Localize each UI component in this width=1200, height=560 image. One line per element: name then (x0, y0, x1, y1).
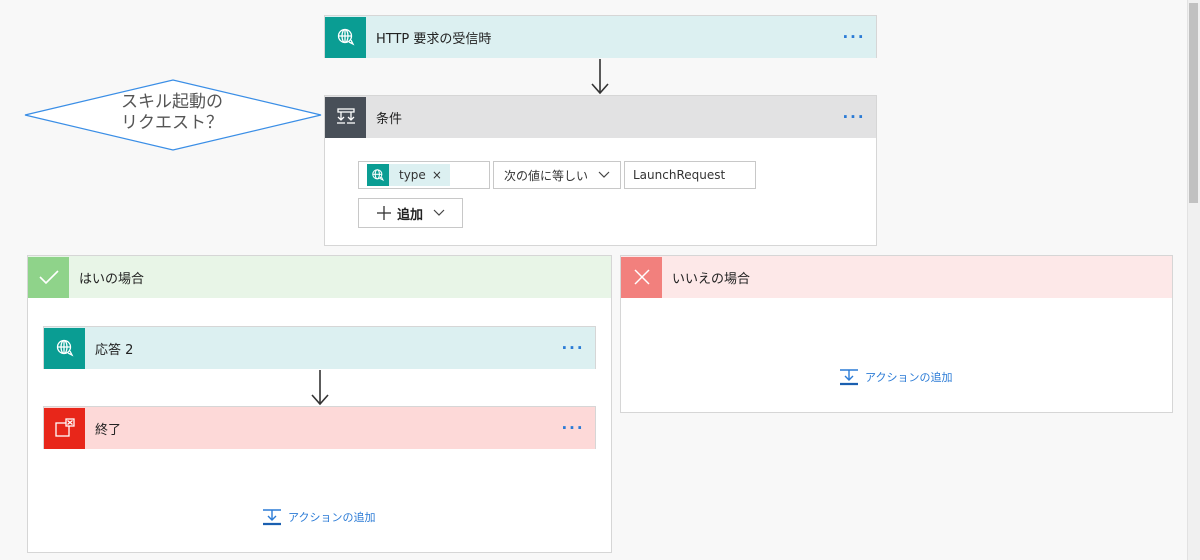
flow-arrow (311, 370, 329, 406)
trigger-title: HTTP 要求の受信時 (376, 31, 492, 47)
add-condition-label: 追加 (397, 207, 424, 223)
terminate-icon (44, 407, 85, 449)
yes-add-action-label: アクションの追加 (288, 511, 376, 524)
chevron-down-icon (433, 209, 445, 216)
add-action-icon (840, 369, 858, 386)
condition-value: LaunchRequest (633, 168, 726, 182)
vertical-scrollbar[interactable] (1187, 0, 1200, 560)
globe-icon (44, 327, 85, 369)
callout-line-2: リクエスト？ (121, 113, 223, 133)
condition-value-field[interactable]: LaunchRequest (624, 161, 756, 189)
add-condition-button[interactable]: 追加 (358, 198, 463, 228)
chevron-down-icon (598, 171, 610, 178)
no-add-action-link[interactable]: アクションの追加 (839, 368, 952, 386)
trigger-header[interactable]: HTTP 要求の受信時 ··· (325, 16, 876, 58)
flow-arrow (591, 59, 609, 95)
callout-line-1: スキル起動の (121, 92, 223, 112)
condition-left-operand[interactable]: type × (358, 161, 490, 189)
plus-icon (377, 206, 391, 220)
response-action-title: 応答 2 (95, 342, 134, 358)
condition-row: type × 次の値に等しい LaunchRequest (358, 161, 756, 189)
condition-header[interactable]: 条件 ··· (325, 96, 876, 138)
scrollbar-thumb[interactable] (1189, 3, 1198, 203)
response-action-card[interactable]: 応答 2 ··· (43, 326, 596, 369)
condition-icon (325, 96, 366, 138)
yes-branch-card: はいの場合 応答 2 ··· 終了 ··· アクションの追加 (27, 255, 612, 553)
response-more-button[interactable]: ··· (551, 339, 595, 357)
operator-value: 次の値に等しい (504, 168, 589, 183)
token-remove-button[interactable]: × (426, 168, 442, 182)
globe-icon (367, 164, 389, 186)
yes-branch-header[interactable]: はいの場合 (28, 256, 611, 298)
token-label: type (399, 168, 426, 182)
condition-card: 条件 ··· type × 次の値に等しい LaunchRequest 追加 (324, 95, 877, 246)
condition-more-button[interactable]: ··· (832, 108, 876, 126)
response-action-header[interactable]: 応答 2 ··· (44, 327, 595, 369)
no-add-action-label: アクションの追加 (865, 371, 953, 384)
dynamic-token[interactable]: type × (367, 164, 450, 186)
terminate-action-header[interactable]: 終了 ··· (44, 407, 595, 449)
terminate-more-button[interactable]: ··· (551, 419, 595, 437)
terminate-action-card[interactable]: 終了 ··· (43, 406, 596, 449)
trigger-more-button[interactable]: ··· (832, 28, 876, 46)
add-action-icon (263, 509, 281, 526)
trigger-card[interactable]: HTTP 要求の受信時 ··· (324, 15, 877, 58)
operator-dropdown[interactable]: 次の値に等しい (493, 161, 621, 189)
yes-add-action-link[interactable]: アクションの追加 (262, 508, 375, 526)
check-icon (28, 256, 69, 298)
condition-title: 条件 (376, 111, 403, 127)
no-branch-card: いいえの場合 アクションの追加 (620, 255, 1173, 413)
no-branch-title: いいえの場合 (672, 271, 751, 287)
no-branch-header[interactable]: いいえの場合 (621, 256, 1172, 298)
globe-icon (325, 16, 366, 58)
terminate-action-title: 終了 (95, 422, 122, 438)
callout-text: スキル起動の リクエスト？ (90, 92, 254, 134)
close-icon (621, 256, 662, 298)
yes-branch-title: はいの場合 (79, 271, 145, 287)
